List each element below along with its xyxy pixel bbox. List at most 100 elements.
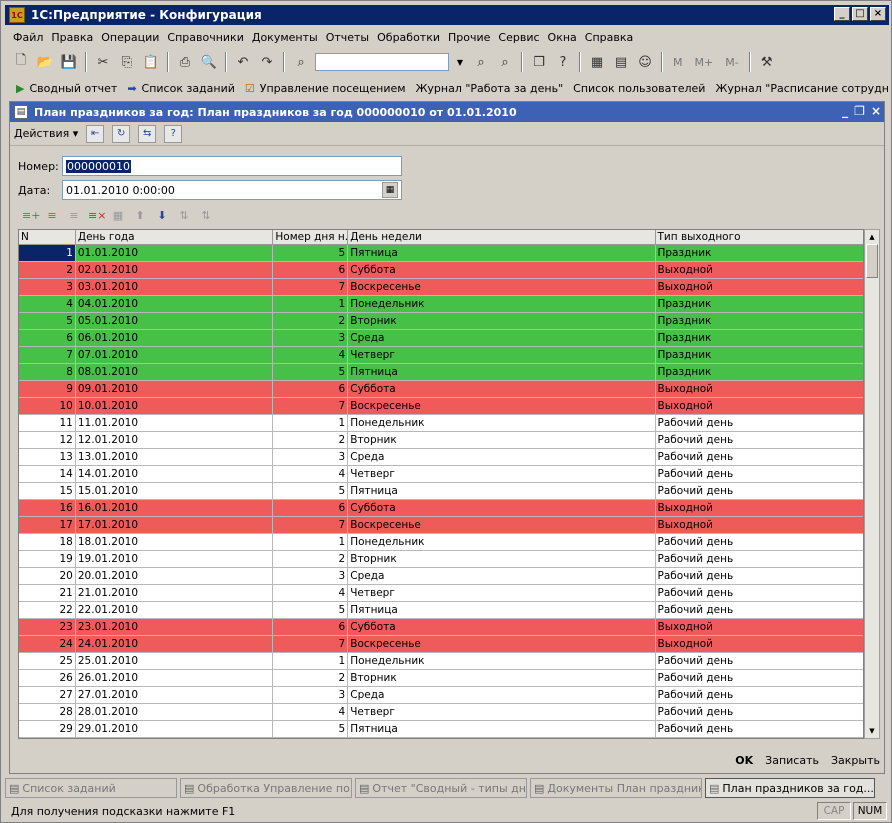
- day-number-cell[interactable]: 1: [273, 534, 349, 550]
- weekday-cell[interactable]: Вторник: [348, 432, 656, 448]
- taskbar-window-button[interactable]: ▤ Отчет "Сводный - типы дне...: [355, 778, 527, 798]
- quick-toolbar-item[interactable]: Список пользователей: [568, 78, 710, 98]
- preview-icon[interactable]: 🔍: [199, 52, 219, 72]
- day-number-cell[interactable]: 3: [273, 449, 349, 465]
- doc-close-button[interactable]: ×: [871, 104, 881, 118]
- table-scrollbar[interactable]: ▲ ▼: [864, 229, 880, 739]
- date-cell[interactable]: 25.01.2010: [76, 653, 274, 669]
- taskbar-window-button[interactable]: ▤ Документы План праздник...: [530, 778, 702, 798]
- weekday-cell[interactable]: Воскресенье: [348, 517, 656, 533]
- date-cell[interactable]: 10.01.2010: [76, 398, 274, 414]
- date-cell[interactable]: 07.01.2010: [76, 347, 274, 363]
- date-cell[interactable]: 08.01.2010: [76, 364, 274, 380]
- table-row[interactable]: 13 13.01.2010 3 Среда Рабочий день: [19, 449, 863, 466]
- row-number-cell[interactable]: 14: [19, 466, 76, 482]
- search-dropdown-icon[interactable]: ▼: [453, 53, 467, 71]
- row-number-cell[interactable]: 10: [19, 398, 76, 414]
- print-icon[interactable]: ⎙: [175, 52, 195, 72]
- table-row[interactable]: 19 19.01.2010 2 Вторник Рабочий день: [19, 551, 863, 568]
- table-row[interactable]: 10 10.01.2010 7 Воскресенье Выходной: [19, 398, 863, 415]
- memory-minus-button[interactable]: M-: [721, 56, 742, 69]
- open-folder-icon[interactable]: 📂: [35, 52, 55, 72]
- row-number-cell[interactable]: 29: [19, 721, 76, 737]
- menu-item[interactable]: Справочники: [163, 31, 247, 44]
- col-date-header[interactable]: День года: [76, 230, 274, 244]
- table-row[interactable]: 14 14.01.2010 4 Четверг Рабочий день: [19, 466, 863, 483]
- day-type-cell[interactable]: Выходной: [656, 517, 864, 533]
- actions-menu[interactable]: Действия ▾: [14, 127, 78, 140]
- menu-item[interactable]: Документы: [248, 31, 322, 44]
- table-row[interactable]: 27 27.01.2010 3 Среда Рабочий день: [19, 687, 863, 704]
- move-up-icon[interactable]: ⬆: [132, 208, 148, 224]
- day-number-cell[interactable]: 3: [273, 687, 349, 703]
- new-document-icon[interactable]: 🗋: [11, 52, 31, 72]
- day-type-cell[interactable]: Рабочий день: [656, 585, 864, 601]
- weekday-cell[interactable]: Пятница: [348, 483, 656, 499]
- row-number-cell[interactable]: 27: [19, 687, 76, 703]
- end-edit-icon[interactable]: ▦: [110, 208, 126, 224]
- day-number-cell[interactable]: 7: [273, 279, 349, 295]
- day-number-cell[interactable]: 1: [273, 653, 349, 669]
- date-field[interactable]: 01.01.2010 0:00:00 ▦: [62, 180, 402, 200]
- table-row[interactable]: 4 04.01.2010 1 Понедельник Праздник: [19, 296, 863, 313]
- row-number-cell[interactable]: 9: [19, 381, 76, 397]
- date-cell[interactable]: 19.01.2010: [76, 551, 274, 567]
- quick-toolbar-item[interactable]: ☑ Управление посещением: [240, 78, 411, 98]
- date-cell[interactable]: 13.01.2010: [76, 449, 274, 465]
- day-type-cell[interactable]: Рабочий день: [656, 466, 864, 482]
- move-down-icon[interactable]: ⬇: [154, 208, 170, 224]
- table-row[interactable]: 1 01.01.2010 5 Пятница Праздник: [19, 245, 863, 262]
- row-number-cell[interactable]: 16: [19, 500, 76, 516]
- day-type-cell[interactable]: Рабочий день: [656, 687, 864, 703]
- weekday-cell[interactable]: Понедельник: [348, 653, 656, 669]
- weekday-cell[interactable]: Среда: [348, 568, 656, 584]
- day-number-cell[interactable]: 2: [273, 313, 349, 329]
- date-cell[interactable]: 05.01.2010: [76, 313, 274, 329]
- day-type-cell[interactable]: Выходной: [656, 381, 864, 397]
- scroll-down-icon[interactable]: ▼: [865, 724, 879, 738]
- close-form-button[interactable]: Закрыть: [831, 754, 880, 767]
- menu-item[interactable]: Правка: [47, 31, 97, 44]
- day-number-cell[interactable]: 6: [273, 381, 349, 397]
- weekday-cell[interactable]: Суббота: [348, 619, 656, 635]
- day-type-cell[interactable]: Выходной: [656, 262, 864, 278]
- help-calc-icon[interactable]: ?: [553, 52, 573, 72]
- day-type-cell[interactable]: Праздник: [656, 313, 864, 329]
- calculator-icon[interactable]: ▦: [587, 52, 607, 72]
- table-row[interactable]: 26 26.01.2010 2 Вторник Рабочий день: [19, 670, 863, 687]
- menu-item[interactable]: Сервис: [494, 31, 543, 44]
- ok-button[interactable]: OK: [735, 754, 753, 767]
- date-cell[interactable]: 04.01.2010: [76, 296, 274, 312]
- table-row[interactable]: 2 02.01.2010 6 Суббота Выходной: [19, 262, 863, 279]
- table-row[interactable]: 25 25.01.2010 1 Понедельник Рабочий день: [19, 653, 863, 670]
- day-type-cell[interactable]: Выходной: [656, 500, 864, 516]
- weekday-cell[interactable]: Суббота: [348, 500, 656, 516]
- menu-item[interactable]: Окна: [544, 31, 581, 44]
- table-row[interactable]: 7 07.01.2010 4 Четверг Праздник: [19, 347, 863, 364]
- table-row[interactable]: 15 15.01.2010 5 Пятница Рабочий день: [19, 483, 863, 500]
- post-icon[interactable]: ⇤: [86, 124, 105, 143]
- date-cell[interactable]: 20.01.2010: [76, 568, 274, 584]
- quick-toolbar-item[interactable]: ▶ Сводный отчет: [11, 78, 122, 98]
- date-cell[interactable]: 12.01.2010: [76, 432, 274, 448]
- date-cell[interactable]: 27.01.2010: [76, 687, 274, 703]
- date-cell[interactable]: 11.01.2010: [76, 415, 274, 431]
- day-type-cell[interactable]: Выходной: [656, 398, 864, 414]
- day-number-cell[interactable]: 1: [273, 415, 349, 431]
- date-cell[interactable]: 01.01.2010: [76, 245, 274, 261]
- row-number-cell[interactable]: 18: [19, 534, 76, 550]
- weekday-cell[interactable]: Четверг: [348, 704, 656, 720]
- memory-m-button[interactable]: M: [669, 56, 687, 69]
- date-cell[interactable]: 29.01.2010: [76, 721, 274, 737]
- table-row[interactable]: 22 22.01.2010 5 Пятница Рабочий день: [19, 602, 863, 619]
- copy-icon[interactable]: ⎘: [117, 52, 137, 72]
- day-type-cell[interactable]: Рабочий день: [656, 415, 864, 431]
- row-number-cell[interactable]: 26: [19, 670, 76, 686]
- date-cell[interactable]: 06.01.2010: [76, 330, 274, 346]
- binoculars-icon[interactable]: ⌕: [291, 52, 311, 72]
- day-type-cell[interactable]: Выходной: [656, 279, 864, 295]
- date-cell[interactable]: 18.01.2010: [76, 534, 274, 550]
- day-number-cell[interactable]: 7: [273, 517, 349, 533]
- weekday-cell[interactable]: Четверг: [348, 466, 656, 482]
- table-row[interactable]: 16 16.01.2010 6 Суббота Выходной: [19, 500, 863, 517]
